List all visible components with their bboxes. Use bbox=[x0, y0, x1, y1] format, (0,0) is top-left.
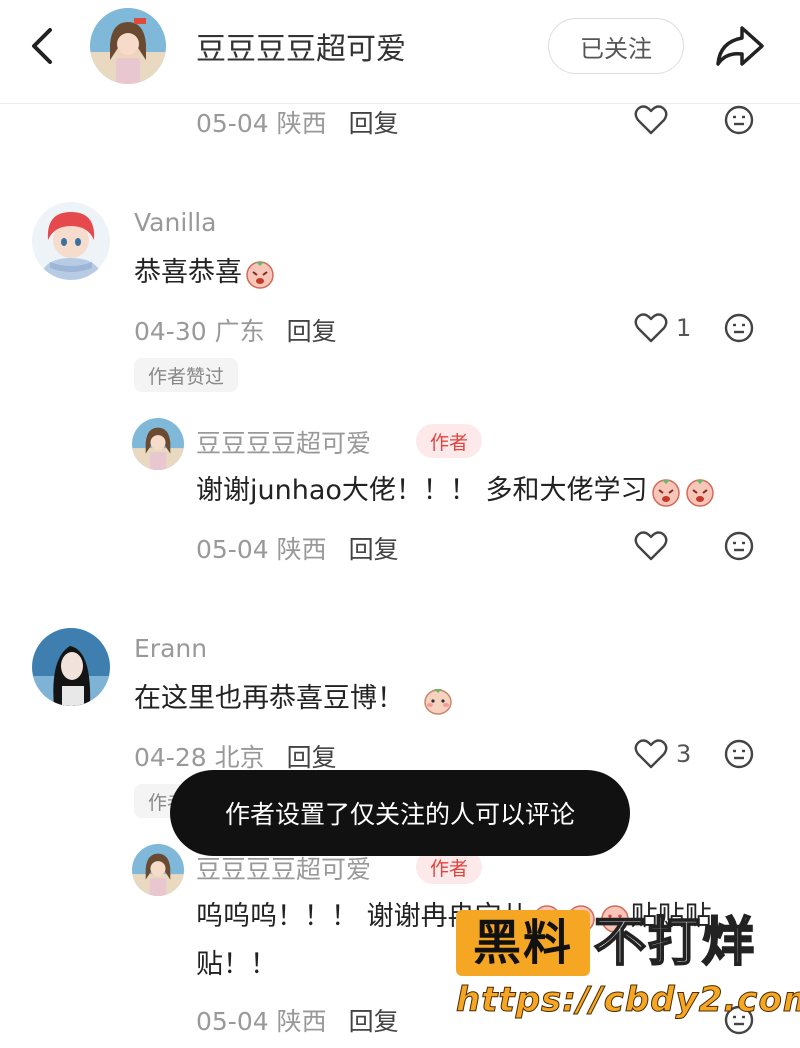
comment-meta: 04-30 广东 回复 bbox=[134, 312, 337, 348]
crying-sticker-icon bbox=[244, 258, 276, 290]
author-liked-tag: 作者赞过 bbox=[134, 358, 239, 392]
share-icon[interactable] bbox=[712, 20, 768, 72]
reply-author-name[interactable]: 豆豆豆豆超可爱 bbox=[196, 424, 371, 460]
commenter-avatar[interactable] bbox=[32, 628, 110, 706]
crying-sticker-icon bbox=[684, 476, 716, 508]
reply-button[interactable]: 回复 bbox=[349, 535, 399, 564]
reaction-icon[interactable] bbox=[723, 104, 755, 136]
reply-text: 谢谢junhao大佬！！！ 多和大佬学习 bbox=[196, 475, 648, 506]
reaction-icon[interactable] bbox=[723, 530, 755, 562]
toast-message: 作者设置了仅关注的人可以评论 bbox=[170, 770, 630, 856]
reaction-icon[interactable] bbox=[723, 312, 755, 344]
heart-icon bbox=[634, 105, 668, 135]
reply-meta: 05-04 陕西 回复 bbox=[196, 1002, 399, 1038]
like-count: 1 bbox=[676, 314, 692, 342]
watermark-logo-text: 黑料 bbox=[472, 915, 573, 971]
shy-sticker-icon bbox=[422, 684, 454, 716]
reply-meta: 05-04 陕西 回复 bbox=[196, 530, 399, 566]
reply-content: 谢谢junhao大佬！！！ 多和大佬学习 bbox=[196, 474, 716, 508]
reply-author-avatar[interactable] bbox=[132, 418, 184, 470]
reaction-icon[interactable] bbox=[723, 738, 755, 770]
like-button[interactable] bbox=[634, 528, 668, 564]
like-count: 3 bbox=[676, 740, 692, 768]
comment-date-location: 05-04 陕西 bbox=[196, 109, 327, 138]
reply-content-line2: 贴！！ bbox=[196, 949, 277, 980]
like-button[interactable]: 3 bbox=[634, 736, 691, 772]
commenter-avatar[interactable] bbox=[32, 202, 110, 280]
comment-text: 在这里也再恭喜豆博！ bbox=[134, 683, 404, 714]
comment-meta: 04-28 北京 回复 bbox=[134, 738, 337, 774]
reply-button[interactable]: 回复 bbox=[287, 743, 337, 772]
commenter-name[interactable]: Erann bbox=[134, 634, 207, 663]
following-button[interactable]: 已关注 bbox=[548, 18, 684, 74]
heart-icon bbox=[634, 531, 668, 561]
watermark-logo: 黑料 bbox=[456, 910, 590, 976]
reply-date-location: 05-04 陕西 bbox=[196, 535, 327, 564]
author-badge: 作者 bbox=[416, 424, 483, 458]
commenter-name[interactable]: Vanilla bbox=[134, 208, 216, 237]
reply-date-location: 05-04 陕西 bbox=[196, 1007, 327, 1036]
top-bar: 豆豆豆豆超可爱 已关注 bbox=[0, 0, 800, 104]
crying-sticker-icon bbox=[650, 476, 682, 508]
like-button[interactable]: 1 bbox=[634, 310, 691, 346]
comment-date-location: 04-30 广东 bbox=[134, 317, 265, 346]
reply-button[interactable]: 回复 bbox=[349, 1007, 399, 1036]
author-avatar[interactable] bbox=[90, 8, 166, 84]
reply-button[interactable]: 回复 bbox=[349, 109, 399, 138]
comment-date-location: 04-28 北京 bbox=[134, 743, 265, 772]
reply-button[interactable]: 回复 bbox=[287, 317, 337, 346]
reply-author-avatar[interactable] bbox=[132, 844, 184, 896]
comment-text: 恭喜恭喜 bbox=[134, 257, 242, 288]
comment-content: 在这里也再恭喜豆博！ bbox=[134, 682, 454, 716]
comment-content: 恭喜恭喜 bbox=[134, 256, 276, 290]
page-title: 豆豆豆豆超可爱 bbox=[196, 32, 406, 67]
comment-meta: 05-04 陕西 回复 bbox=[196, 104, 399, 140]
watermark-url: https://cbdy2.com bbox=[455, 980, 800, 1021]
watermark-text: 不打烊 bbox=[593, 912, 757, 974]
like-button[interactable] bbox=[634, 102, 668, 138]
heart-icon bbox=[634, 739, 668, 769]
heart-icon bbox=[634, 313, 668, 343]
back-icon[interactable] bbox=[22, 22, 66, 70]
